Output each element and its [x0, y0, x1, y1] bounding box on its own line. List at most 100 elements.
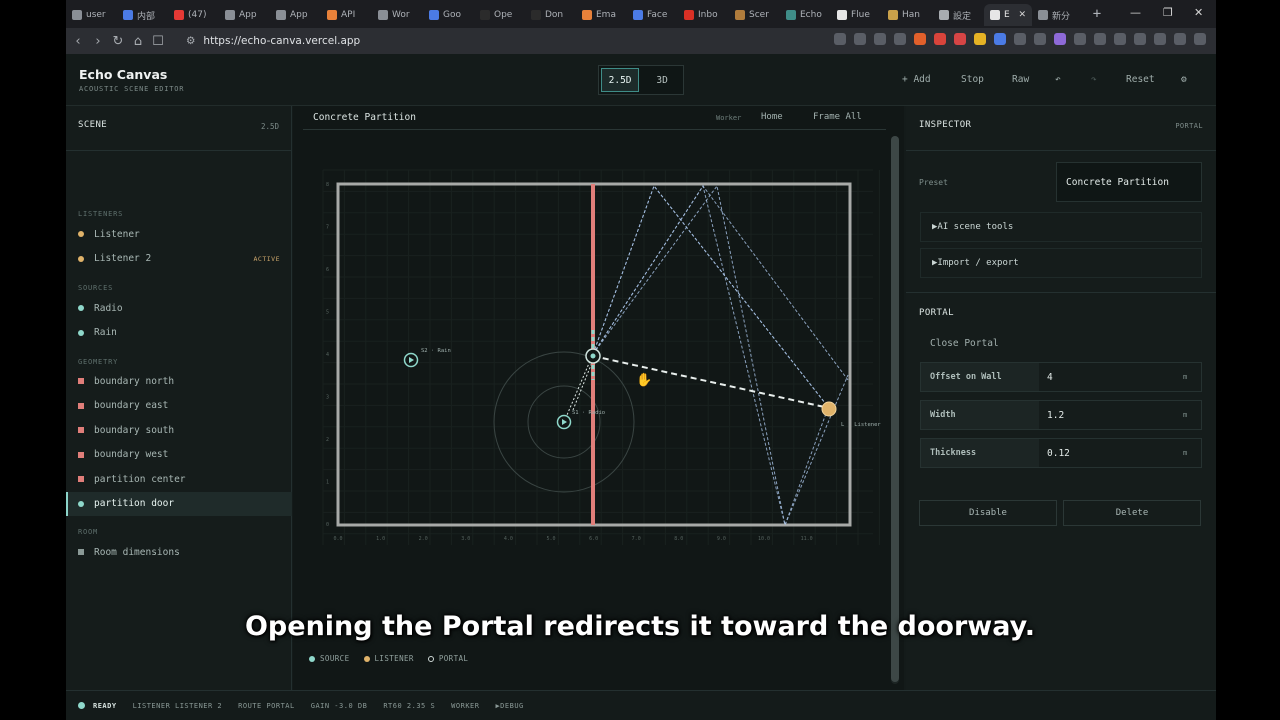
back-icon[interactable]: ‹	[68, 34, 88, 49]
extension-icon[interactable]	[1034, 33, 1046, 45]
close-portal-button[interactable]: Close Portal	[930, 338, 999, 349]
browser-tab[interactable]: Flue	[831, 4, 882, 26]
brave-shield-icon[interactable]	[914, 33, 926, 45]
listener-item[interactable]: Listener 2 ACTIVE	[66, 247, 292, 271]
geometry-item[interactable]: boundary west	[66, 443, 292, 467]
vpn-icon[interactable]	[1174, 33, 1186, 45]
record-icon[interactable]	[954, 33, 966, 45]
screenshot-icon[interactable]	[1094, 33, 1106, 45]
tab-favicon-icon	[1038, 10, 1048, 20]
browser-tab[interactable]: Don	[525, 4, 576, 26]
stop-button[interactable]: Stop	[961, 74, 984, 85]
view-3d-button[interactable]: 3D	[643, 68, 681, 92]
geometry-item[interactable]: partition center	[66, 467, 292, 491]
maximize-icon[interactable]: ❐	[1163, 6, 1173, 19]
browser-tab[interactable]: API	[321, 4, 372, 26]
forward-icon[interactable]: ›	[88, 34, 108, 49]
listener-item[interactable]: Listener	[66, 222, 292, 246]
tab-close-icon[interactable]: ✕	[1018, 10, 1026, 20]
new-tab-button[interactable]: +	[1087, 6, 1107, 22]
group-label-sources: SOURCES	[78, 284, 114, 292]
menu-icon[interactable]	[1194, 33, 1206, 45]
geometry-item[interactable]: boundary east	[66, 394, 292, 418]
disable-button[interactable]: Disable	[919, 500, 1057, 526]
url-field[interactable]: ⚙ https://echo-canva.vercel.app	[178, 31, 798, 51]
site-settings-icon[interactable]: ⚙	[186, 35, 195, 47]
home-button[interactable]: Home	[761, 112, 783, 122]
canvas-scrollbar[interactable]	[891, 136, 899, 684]
extension-icon[interactable]	[994, 33, 1006, 45]
y-tick-label: 2	[326, 437, 329, 443]
undo-icon[interactable]: ↶	[1055, 74, 1061, 85]
ai-scene-tools-toggle[interactable]: ▶AI scene tools	[920, 212, 1202, 242]
close-window-icon[interactable]: ✕	[1194, 6, 1203, 19]
status-bar: READY LISTENER LISTENER 2 ROUTE PORTAL G…	[66, 690, 1216, 720]
browser-tab[interactable]: Wor	[372, 4, 423, 26]
home-icon[interactable]: ⌂	[128, 34, 148, 49]
delete-button[interactable]: Delete	[1063, 500, 1201, 526]
key-icon[interactable]	[854, 33, 866, 45]
hand-cursor-icon: ✋	[636, 372, 652, 388]
settings-icon[interactable]: ⚙	[1181, 74, 1187, 85]
bookmark-icon[interactable]: ☐	[148, 34, 168, 49]
preset-select[interactable]: Concrete Partition	[1056, 162, 1202, 202]
item-label: boundary west	[94, 449, 169, 460]
browser-tab[interactable]: 新分	[1032, 4, 1083, 26]
browser-tab[interactable]: E ✕	[984, 4, 1032, 26]
minimize-icon[interactable]: —	[1130, 6, 1141, 19]
listener-dot-icon	[363, 655, 370, 662]
reload-icon[interactable]: ↻	[108, 34, 128, 49]
browser-tab[interactable]: App	[219, 4, 270, 26]
offset-on-wall-input[interactable]: 4	[1039, 372, 1183, 383]
legend-source: SOURCE	[309, 654, 350, 663]
puzzle-icon[interactable]	[1074, 33, 1086, 45]
debug-toggle[interactable]: ▶DEBUG	[495, 702, 523, 710]
scene-viewport[interactable]: 0.0 1.0 2.0 3.0 4.0 5.0 6.0 7.0 8.0 9.0 10.0 11.0 8 7…	[293, 130, 885, 646]
share-icon[interactable]	[894, 33, 906, 45]
geometry-item[interactable]: boundary north	[66, 369, 292, 393]
room-item[interactable]: Room dimensions	[66, 540, 292, 564]
browser-tab[interactable]: 内部	[117, 4, 168, 26]
browser-tab[interactable]: Echo	[780, 4, 831, 26]
geometry-item[interactable]: boundary south	[66, 418, 292, 442]
extension-icon[interactable]	[1014, 33, 1026, 45]
leo-icon[interactable]	[1154, 33, 1166, 45]
scrollbar-thumb[interactable]	[891, 136, 899, 682]
browser-tab[interactable]: Ema	[576, 4, 627, 26]
view-2-5d-button[interactable]: 2.5D	[601, 68, 640, 92]
unit-label: m	[1183, 411, 1188, 419]
browser-tab[interactable]: Goo	[423, 4, 474, 26]
legend-portal: PORTAL	[427, 654, 469, 663]
redo-icon[interactable]: ↷	[1091, 74, 1097, 85]
reflection-ray	[592, 184, 849, 527]
source-item[interactable]: Radio	[66, 296, 292, 320]
extension-icon[interactable]	[974, 33, 986, 45]
tab-label: Ema	[596, 10, 616, 20]
brave-rewards-icon[interactable]	[934, 33, 946, 45]
sidebar-icon[interactable]	[1114, 33, 1126, 45]
frame-all-button[interactable]: Frame All	[813, 112, 862, 122]
raw-button[interactable]: Raw	[1012, 74, 1029, 85]
reset-button[interactable]: Reset	[1126, 74, 1155, 85]
add-button[interactable]: + Add	[902, 74, 931, 85]
source-item[interactable]: Rain	[66, 321, 292, 345]
browser-tab[interactable]: Ope	[474, 4, 525, 26]
browser-tab[interactable]: user	[66, 4, 117, 26]
downloads-icon[interactable]	[1134, 33, 1146, 45]
tab-favicon-icon	[327, 10, 337, 20]
browser-tab[interactable]: App	[270, 4, 321, 26]
browser-tab[interactable]: Han	[882, 4, 933, 26]
geometry-item[interactable]: partition door	[66, 491, 292, 516]
width-input[interactable]: 1.2	[1039, 410, 1183, 421]
browser-tab[interactable]: Scer	[729, 4, 780, 26]
thickness-input[interactable]: 0.12	[1039, 448, 1183, 459]
browser-tab[interactable]: Face	[627, 4, 678, 26]
extension-icon[interactable]	[1054, 33, 1066, 45]
import-export-toggle[interactable]: ▶Import / export	[920, 248, 1202, 278]
item-label: partition door	[94, 498, 175, 509]
browser-tab[interactable]: (47)	[168, 4, 219, 26]
browser-tab[interactable]: Inbo	[678, 4, 729, 26]
translate-icon[interactable]	[834, 33, 846, 45]
zoom-icon[interactable]	[874, 33, 886, 45]
browser-tab[interactable]: 設定	[933, 4, 984, 26]
